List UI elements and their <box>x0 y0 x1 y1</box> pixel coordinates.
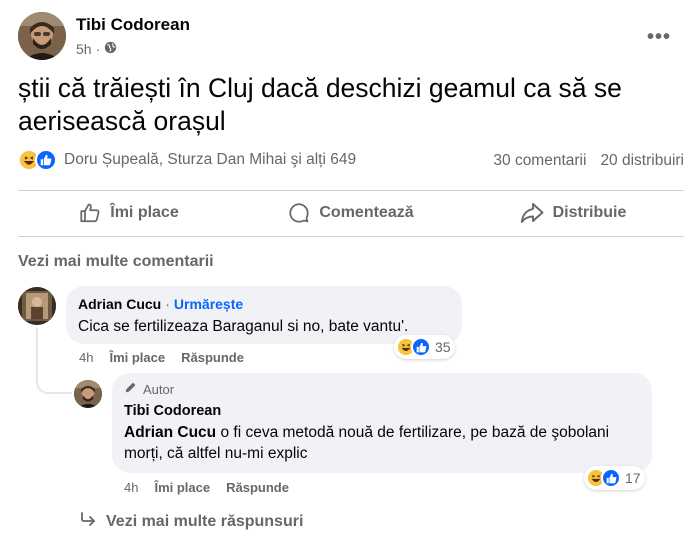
thumbs-up-icon <box>79 202 101 224</box>
comment-bubble-icon <box>288 202 310 224</box>
more-replies-link[interactable]: Vezi mai multe răspunsuri <box>80 512 303 531</box>
separator-dot: · <box>165 296 170 312</box>
share-arrow-icon <box>520 202 544 224</box>
comment-time[interactable]: 4h <box>79 350 93 365</box>
reactors-text[interactable]: Doru Șupeală, Sturza Dan Mihai şi alți 6… <box>64 151 356 169</box>
follow-link[interactable]: Urmărește <box>174 296 243 312</box>
share-button[interactable]: Distribuie <box>462 196 684 230</box>
comment-like-button[interactable]: Îmi place <box>109 350 165 365</box>
globe-icon <box>104 41 117 57</box>
post-meta: 5h · <box>76 41 117 57</box>
share-label: Distribuie <box>552 204 627 221</box>
reply-like-button[interactable]: Îmi place <box>154 480 210 495</box>
reaction-count: 35 <box>435 339 451 355</box>
reply-author-avatar[interactable] <box>74 380 102 408</box>
commenter-name[interactable]: Adrian Cucu <box>78 296 161 312</box>
post-actions: Îmi place Comentează Distribuie <box>18 196 684 230</box>
more-comments-link[interactable]: Vezi mai multe comentarii <box>18 253 214 271</box>
comment-text: Cica se fertilizeaza Baraganul si no, ba… <box>78 318 409 335</box>
commenter-avatar[interactable] <box>18 287 56 325</box>
like-icon <box>411 337 431 357</box>
author-avatar[interactable] <box>18 12 66 60</box>
comment-meta: 4h Îmi place Răspunde <box>79 350 244 365</box>
author-badge-label: Autor <box>143 381 175 397</box>
stats-counts: 30 comentarii 20 distribuiri <box>493 152 684 170</box>
reply-author-name[interactable]: Tibi Codorean <box>124 403 221 419</box>
reply-bubble: Autor Tibi Codorean Adrian Cucu o fi cev… <box>112 373 652 473</box>
post-stats: Doru Șupeală, Sturza Dan Mihai şi alți 6… <box>18 149 684 177</box>
like-icon <box>35 149 57 171</box>
reaction-count: 17 <box>625 470 641 486</box>
reply-time[interactable]: 4h <box>124 480 138 495</box>
mention-link[interactable]: Adrian Cucu <box>124 424 216 441</box>
reply-reactions[interactable]: 17 <box>584 466 645 490</box>
reactions-summary[interactable]: Doru Șupeală, Sturza Dan Mihai şi alți 6… <box>18 149 356 171</box>
post-time[interactable]: 5h <box>76 41 92 57</box>
post-text: știi că trăiești în Cluj dacă deschizi g… <box>18 73 622 136</box>
separator-dot: · <box>95 41 101 57</box>
like-label: Îmi place <box>110 204 179 221</box>
comment-count[interactable]: 30 comentarii <box>493 152 586 170</box>
reply-meta: 4h Îmi place Răspunde <box>124 480 289 495</box>
reply-reply-button[interactable]: Răspunde <box>226 480 289 495</box>
comment-label: Comentează <box>319 204 414 221</box>
comment-header: Adrian Cucu · Urmărește <box>78 296 243 312</box>
post-author-name[interactable]: Tibi Codorean <box>76 15 190 35</box>
comment-button[interactable]: Comentează <box>240 196 462 230</box>
reply-text: Adrian Cucu o fi ceva metodă nouă de fer… <box>124 422 634 464</box>
more-replies-label: Vezi mai multe răspunsuri <box>106 512 304 530</box>
divider <box>18 190 684 191</box>
thread-connector <box>36 328 72 394</box>
pencil-icon <box>124 381 137 397</box>
like-icon <box>601 468 621 488</box>
divider <box>18 236 684 237</box>
share-count[interactable]: 20 distribuiri <box>600 152 684 170</box>
comment-reply-button[interactable]: Răspunde <box>181 350 244 365</box>
ellipsis-icon[interactable]: ••• <box>644 22 674 52</box>
like-button[interactable]: Îmi place <box>18 196 240 230</box>
comment-reactions[interactable]: 35 <box>394 335 455 359</box>
author-badge: Autor <box>124 381 174 397</box>
reply-arrow-icon <box>80 512 96 531</box>
post-header: Tibi Codorean 5h · ••• <box>18 12 678 62</box>
